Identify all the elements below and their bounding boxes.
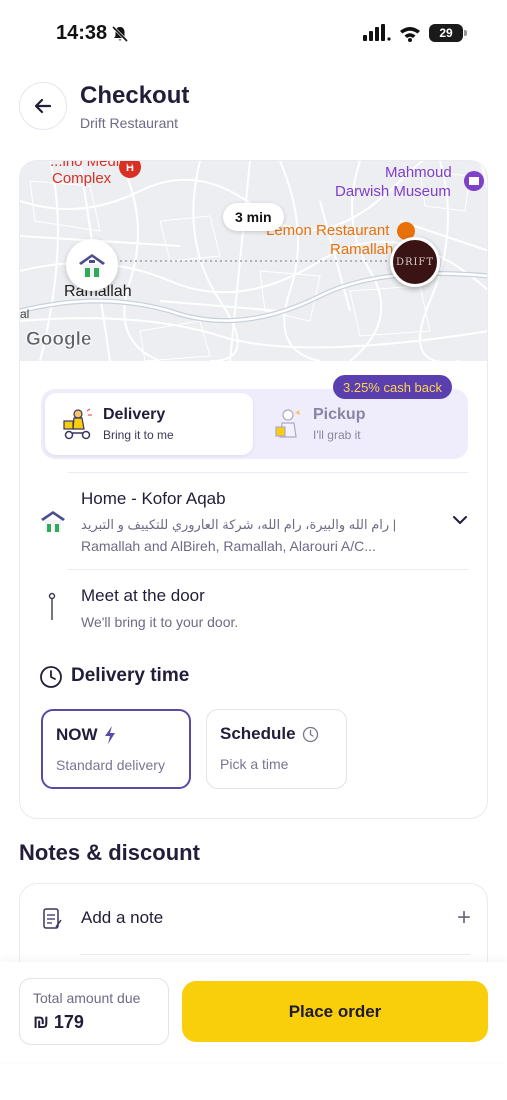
delivery-scooter-icon bbox=[63, 408, 92, 440]
restaurant-name: Drift Restaurant bbox=[80, 115, 179, 131]
delivery-map[interactable]: H ...ino Medical Complex Mahmoud Darwish… bbox=[20, 161, 487, 361]
add-note-row[interactable]: Add a note + bbox=[20, 884, 489, 954]
map-label-lemon-2: Ramallah bbox=[330, 241, 394, 258]
eta-pill: 3 min bbox=[223, 203, 284, 231]
time-now-subtitle: Standard delivery bbox=[56, 757, 165, 773]
pickup-subtitle: I'll grab it bbox=[313, 428, 361, 442]
pickup-option[interactable]: Pickup I'll grab it bbox=[257, 393, 464, 455]
time-schedule-subtitle: Pick a time bbox=[220, 756, 289, 772]
status-icons: 29 bbox=[363, 24, 467, 42]
home-pin bbox=[66, 239, 118, 291]
meet-title: Meet at the door bbox=[81, 586, 205, 605]
add-note-label: Add a note bbox=[81, 908, 164, 927]
pickup-option-text: Pickup I'll grab it bbox=[313, 406, 365, 442]
bell-muted-icon bbox=[112, 25, 129, 42]
back-button[interactable] bbox=[19, 82, 67, 130]
cashback-badge: 3.25% cash back bbox=[333, 375, 453, 399]
delivery-title: Delivery bbox=[103, 406, 166, 423]
page-title: Checkout bbox=[80, 82, 190, 109]
map-label-edge: al bbox=[20, 307, 30, 321]
arrow-left-icon bbox=[34, 98, 52, 114]
battery-icon: 29 bbox=[429, 24, 467, 42]
time-now-option[interactable]: NOW Standard delivery bbox=[41, 709, 191, 789]
time-now-title: NOW bbox=[56, 725, 98, 744]
place-order-button[interactable]: Place order bbox=[182, 981, 488, 1042]
plus-icon[interactable]: + bbox=[457, 904, 471, 932]
address-row[interactable]: Home - Kofor Aqab رام الله والبيرة، رام … bbox=[20, 473, 487, 569]
address-title: Home - Kofor Aqab bbox=[81, 489, 226, 508]
pickup-person-icon bbox=[275, 409, 300, 438]
schedule-clock-icon bbox=[302, 726, 318, 742]
wifi-icon bbox=[400, 26, 420, 42]
clock-text: 14:38 bbox=[56, 22, 108, 44]
status-time: 14:38 bbox=[56, 22, 129, 45]
address-line-english: Ramallah and AlBireh, Ramallah, Alarouri… bbox=[81, 538, 376, 554]
note-icon bbox=[43, 908, 62, 929]
order-details-card: H ...ino Medical Complex Mahmoud Darwish… bbox=[19, 160, 488, 819]
time-schedule-option[interactable]: Schedule Pick a time bbox=[206, 709, 347, 789]
total-amount-box: Total amount due ₪ 179 bbox=[19, 978, 169, 1045]
restaurant-pin: DRIFT bbox=[390, 237, 440, 287]
delivery-option-text: Delivery Bring it to me bbox=[103, 406, 174, 442]
map-label-lemon-1: Lemon Restaurant bbox=[266, 222, 390, 239]
total-label: Total amount due bbox=[33, 990, 141, 1006]
checkout-footer: Total amount due ₪ 179 Place order bbox=[0, 962, 507, 1062]
delivery-instructions-row[interactable]: Meet at the door We'll bring it to your … bbox=[20, 570, 487, 640]
clock-icon bbox=[40, 666, 62, 688]
delivery-mode-toggle: Delivery Bring it to me Pickup I'll grab… bbox=[41, 389, 468, 459]
pickup-title: Pickup bbox=[313, 406, 366, 423]
notes-heading: Notes & discount bbox=[19, 840, 200, 865]
total-value: ₪ 179 bbox=[33, 1012, 84, 1032]
map-label-museum-2: Darwish Museum bbox=[335, 183, 451, 200]
map-label-medical: ...ino Medical bbox=[50, 161, 139, 170]
google-logo: Google bbox=[26, 329, 92, 351]
house-icon bbox=[79, 254, 105, 277]
pin-icon bbox=[48, 592, 56, 620]
delivery-option[interactable]: Delivery Bring it to me bbox=[45, 393, 253, 455]
address-line-arabic: رام الله والبيرة، رام الله، شركة العارور… bbox=[81, 517, 397, 532]
meet-subtitle: We'll bring it to your door. bbox=[81, 614, 239, 630]
signal-icon bbox=[363, 24, 391, 41]
chevron-down-icon[interactable] bbox=[452, 515, 468, 525]
map-label-museum-1: Mahmoud bbox=[385, 164, 452, 181]
status-bar: 14:38 29 bbox=[0, 0, 507, 70]
time-schedule-title: Schedule bbox=[220, 724, 296, 743]
time-schedule-title-row: Schedule bbox=[220, 724, 333, 744]
map-label-complex: Complex bbox=[52, 170, 112, 187]
battery-level: 29 bbox=[439, 26, 453, 40]
lightning-icon bbox=[104, 726, 115, 744]
delivery-time-title: Delivery time bbox=[71, 665, 190, 686]
divider bbox=[80, 954, 470, 955]
delivery-subtitle: Bring it to me bbox=[103, 428, 174, 442]
time-now-title-row: NOW bbox=[56, 725, 176, 745]
home-icon bbox=[41, 511, 65, 532]
